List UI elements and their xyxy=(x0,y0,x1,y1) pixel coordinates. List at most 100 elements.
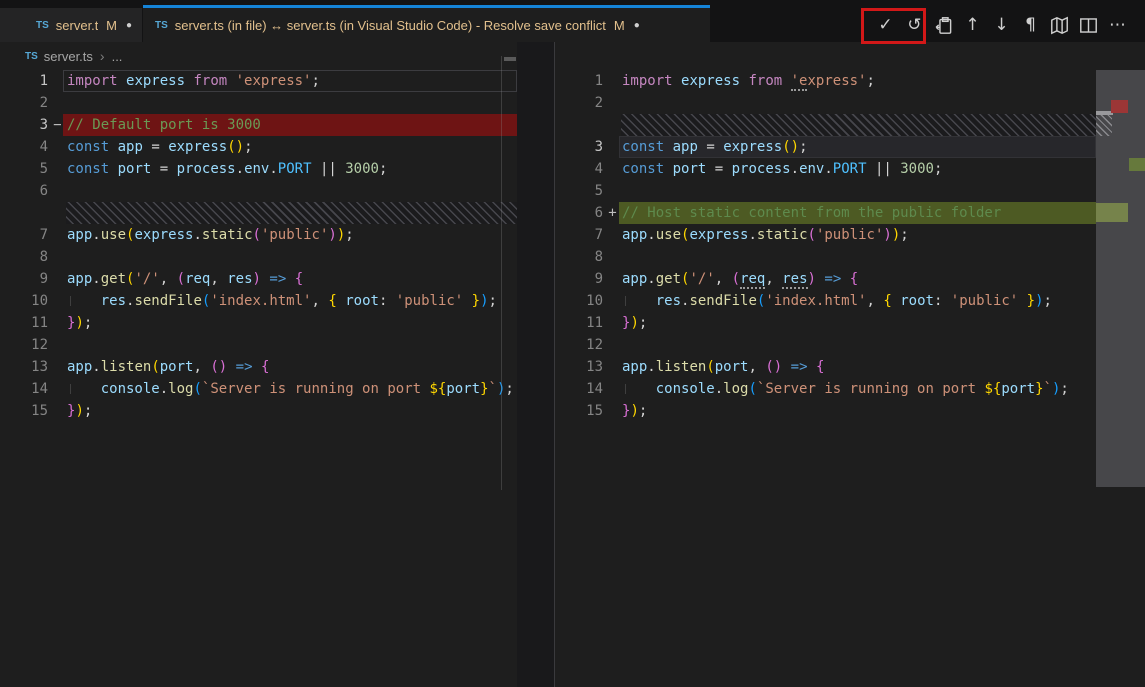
code-line[interactable]: res.sendFile('index.html', { root: 'publ… xyxy=(67,290,517,312)
line-number[interactable]: 6 xyxy=(0,180,48,202)
code-line[interactable] xyxy=(66,202,517,224)
breadcrumb-more[interactable]: ... xyxy=(112,49,123,64)
line-number[interactable]: 9 xyxy=(555,268,603,290)
clipboard-icon[interactable] xyxy=(934,12,953,38)
line-number[interactable]: 3 xyxy=(555,136,603,158)
breadcrumb-file[interactable]: server.ts xyxy=(44,49,93,64)
editor-sash[interactable] xyxy=(517,42,555,687)
line-number[interactable]: 2 xyxy=(555,92,603,114)
tab-bar: TS server.ts M ● TS server.ts (in file) … xyxy=(0,0,1145,42)
line-number[interactable]: 1 xyxy=(0,70,48,92)
diff-sign xyxy=(603,356,622,378)
code-line[interactable] xyxy=(67,334,517,356)
code-row xyxy=(0,202,517,224)
line-number[interactable]: 15 xyxy=(0,400,48,422)
code-line[interactable]: const port = process.env.PORT || 3000; xyxy=(67,158,517,180)
code-line[interactable]: app.listen(port, () => { xyxy=(67,356,517,378)
line-number[interactable]: 2 xyxy=(0,92,48,114)
line-number[interactable]: 13 xyxy=(0,356,48,378)
diff-sign xyxy=(603,400,622,422)
line-number[interactable]: 4 xyxy=(0,136,48,158)
line-number[interactable]: 4 xyxy=(555,158,603,180)
line-number[interactable]: 7 xyxy=(555,224,603,246)
line-number[interactable]: 7 xyxy=(0,224,48,246)
code-line[interactable]: app.listen(port, () => { xyxy=(622,356,1096,378)
line-number[interactable]: 10 xyxy=(0,290,48,312)
code-line[interactable] xyxy=(67,92,517,114)
code-row: 6 xyxy=(0,180,517,202)
code-line[interactable]: }); xyxy=(622,400,1096,422)
code-line[interactable] xyxy=(622,92,1096,114)
modified-dot-icon[interactable]: ● xyxy=(126,20,132,31)
minimap[interactable] xyxy=(1096,70,1145,487)
next-change-icon[interactable]: ↓ xyxy=(992,12,1011,38)
line-number[interactable]: 12 xyxy=(0,334,48,356)
line-number[interactable]: 5 xyxy=(555,180,603,202)
code-line[interactable]: app.use(express.static('public')); xyxy=(67,224,517,246)
line-number[interactable]: 10 xyxy=(555,290,603,312)
typescript-file-icon: TS xyxy=(155,20,168,31)
previous-change-icon[interactable]: ↑ xyxy=(963,12,982,38)
diff-sign xyxy=(48,246,67,268)
code-row: 11}); xyxy=(0,312,517,334)
line-number[interactable]: 6 xyxy=(555,202,603,224)
line-number[interactable]: 14 xyxy=(555,378,603,400)
line-number[interactable]: 8 xyxy=(555,246,603,268)
code-line[interactable]: // Host static content from the public f… xyxy=(619,202,1096,224)
code-line[interactable]: console.log(`Server is running on port $… xyxy=(622,378,1096,400)
code-line[interactable]: console.log(`Server is running on port $… xyxy=(67,378,517,400)
code-line[interactable]: const port = process.env.PORT || 3000; xyxy=(622,158,1096,180)
line-number[interactable]: 14 xyxy=(0,378,48,400)
diff-sign xyxy=(48,290,67,312)
map-icon[interactable] xyxy=(1050,12,1069,38)
code-line[interactable]: const app = express(); xyxy=(67,136,517,158)
code-line[interactable]: app.use(express.static('public')); xyxy=(622,224,1096,246)
diff-editor-original[interactable]: 1import express from 'express';23−// Def… xyxy=(0,70,517,687)
left-editor-scrollbar[interactable] xyxy=(501,56,517,490)
line-number[interactable] xyxy=(555,114,603,136)
more-actions-icon[interactable]: ⋯ xyxy=(1108,12,1127,38)
git-modified-badge: M xyxy=(614,18,625,33)
code-row: 9 app.get('/', (req, res) => { xyxy=(555,268,1096,290)
code-line[interactable] xyxy=(622,334,1096,356)
line-number[interactable]: 15 xyxy=(555,400,603,422)
code-line[interactable]: import express from 'express'; xyxy=(63,70,517,92)
code-row: 2 xyxy=(0,92,517,114)
line-number[interactable]: 11 xyxy=(555,312,603,334)
line-number[interactable]: 11 xyxy=(0,312,48,334)
code-line[interactable] xyxy=(622,180,1096,202)
code-line[interactable]: res.sendFile('index.html', { root: 'publ… xyxy=(622,290,1096,312)
line-number[interactable]: 12 xyxy=(555,334,603,356)
line-number[interactable]: 1 xyxy=(555,70,603,92)
split-editor-icon[interactable] xyxy=(1079,12,1098,38)
code-line[interactable]: app.get('/', (req, res) => { xyxy=(622,268,1096,290)
diff-editor-modified[interactable]: 1 import express from 'express'; 2 3 const a… xyxy=(555,70,1145,687)
diff-sign xyxy=(603,180,622,202)
code-line[interactable] xyxy=(67,180,517,202)
code-line[interactable]: app.get('/', (req, res) => { xyxy=(67,268,517,290)
line-number[interactable]: 8 xyxy=(0,246,48,268)
line-number[interactable]: 13 xyxy=(555,356,603,378)
code-line[interactable]: }); xyxy=(622,312,1096,334)
code-line[interactable]: const app = express(); xyxy=(619,136,1096,158)
tab-server-ts[interactable]: TS server.ts M ● xyxy=(0,8,142,42)
code-line[interactable] xyxy=(622,246,1096,268)
scrollbar-slider[interactable] xyxy=(504,57,516,61)
code-line[interactable]: // Default port is 3000 xyxy=(63,114,517,136)
code-row: 5 const port = process.env.PORT || 3000; xyxy=(0,158,517,180)
line-number[interactable] xyxy=(0,202,48,224)
whitespace-icon[interactable]: ¶ xyxy=(1021,12,1040,38)
code-line[interactable] xyxy=(621,114,1096,136)
code-line[interactable]: }); xyxy=(67,400,517,422)
annotation-red-box xyxy=(861,8,926,44)
diff-sign xyxy=(603,114,622,136)
code-line[interactable] xyxy=(67,246,517,268)
line-number[interactable]: 9 xyxy=(0,268,48,290)
modified-dot-icon[interactable]: ● xyxy=(634,20,640,31)
code-line[interactable]: import express from 'express'; xyxy=(622,70,1096,92)
tab-resolve-save-conflict[interactable]: TS server.ts (in file) ↔ server.ts (in V… xyxy=(143,5,710,42)
code-line[interactable]: }); xyxy=(67,312,517,334)
line-number[interactable]: 3 xyxy=(0,114,48,136)
typescript-file-icon: TS xyxy=(25,51,38,62)
line-number[interactable]: 5 xyxy=(0,158,48,180)
